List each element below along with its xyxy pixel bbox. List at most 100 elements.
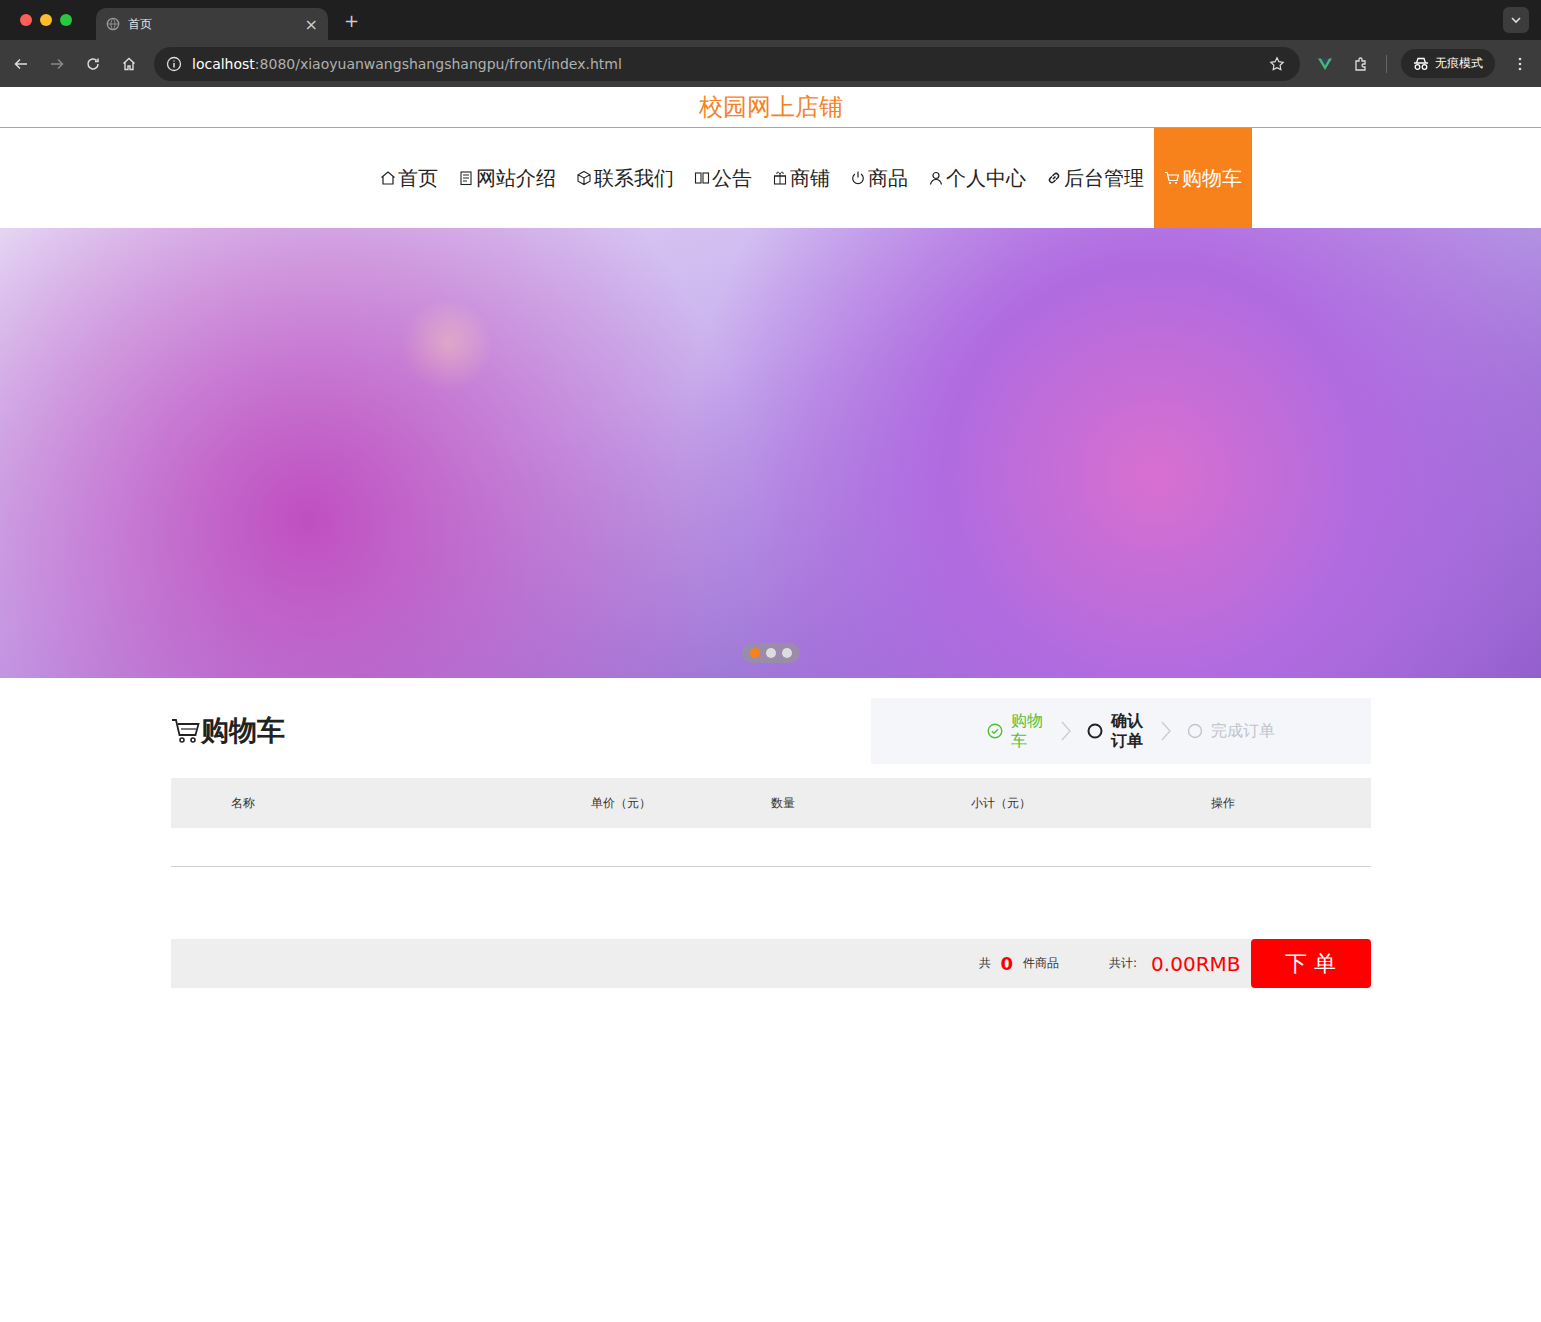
table-body <box>171 828 1371 867</box>
item-count: 0 <box>1001 953 1014 974</box>
new-tab-button[interactable]: + <box>344 10 359 31</box>
menu-button[interactable] <box>1509 53 1531 75</box>
home-icon <box>121 56 137 72</box>
total-amount: 0.00RMB <box>1151 952 1240 976</box>
cart-header: 购物车 购物车 确认订单 完成订单 <box>171 698 1371 764</box>
nav-label: 公告 <box>712 165 752 192</box>
count-suffix: 件商品 <box>1023 955 1059 972</box>
back-button[interactable] <box>10 53 32 75</box>
nav-label: 个人中心 <box>946 165 1026 192</box>
incognito-label: 无痕模式 <box>1435 55 1483 72</box>
nav-item[interactable]: 首页 <box>370 128 448 228</box>
book-icon <box>694 170 710 186</box>
cart-title: 购物车 <box>201 712 285 750</box>
order-steps: 购物车 确认订单 完成订单 <box>871 698 1371 764</box>
cart-icon <box>171 717 201 745</box>
home-icon <box>380 170 396 186</box>
column-header: 单价（元） <box>591 795 771 812</box>
nav-label: 首页 <box>398 165 438 192</box>
browser-toolbar: localhost:8080/xiaoyuanwangshangshangpu/… <box>0 40 1541 87</box>
reload-icon <box>85 56 101 72</box>
main-nav: 首页 网站介绍 联系我们 公告 商铺商品 个人中心 后台管理 购物车 <box>0 128 1541 228</box>
nav-item[interactable]: 个人中心 <box>918 128 1036 228</box>
url-host: localhost <box>192 56 255 72</box>
site-title: 校园网上店铺 <box>699 91 843 123</box>
back-icon <box>13 56 29 72</box>
bookmark-icon <box>1269 56 1285 72</box>
circle-icon <box>1087 723 1103 739</box>
nav-item[interactable]: 联系我们 <box>566 128 684 228</box>
maximize-window-button[interactable] <box>60 14 72 26</box>
nav-item[interactable]: 后台管理 <box>1036 128 1154 228</box>
nav-item[interactable]: 购物车 <box>1154 128 1252 228</box>
step-label: 购物车 <box>1011 711 1045 751</box>
step-label: 完成订单 <box>1211 721 1275 741</box>
count-prefix: 共 <box>979 955 991 972</box>
vue-devtools-icon <box>1317 56 1333 72</box>
cart-section: 购物车 购物车 确认订单 完成订单名称单价（元）数量小计（元）操作共0 件商品 共计: 0.… <box>171 698 1371 988</box>
window-controls <box>20 14 72 26</box>
power-icon <box>850 170 866 186</box>
toolbar-divider <box>1386 55 1387 73</box>
chevron-right-icon <box>1059 719 1073 743</box>
box-icon <box>576 170 592 186</box>
order-step: 确认订单 <box>1087 711 1145 751</box>
nav-label: 联系我们 <box>594 165 674 192</box>
extensions-button[interactable] <box>1350 53 1372 75</box>
step-label: 确认订单 <box>1111 711 1145 751</box>
tab-close-button[interactable]: × <box>305 15 318 34</box>
carousel-dot[interactable] <box>782 648 792 658</box>
column-header: 数量 <box>771 795 971 812</box>
table-header: 名称单价（元）数量小计（元）操作 <box>171 778 1371 828</box>
forward-icon <box>49 56 65 72</box>
globe-icon <box>106 17 120 31</box>
total-label: 共计: <box>1109 955 1137 972</box>
document-icon <box>458 170 474 186</box>
banner-carousel[interactable] <box>0 228 1541 678</box>
minimize-window-button[interactable] <box>40 14 52 26</box>
nav-item[interactable]: 商铺 <box>762 128 840 228</box>
nav-item[interactable]: 商品 <box>840 128 918 228</box>
place-order-button[interactable]: 下 单 <box>1251 939 1371 988</box>
link-icon <box>1046 170 1062 186</box>
carousel-indicators <box>742 643 800 663</box>
menu-icon <box>1512 56 1528 72</box>
forward-button[interactable] <box>46 53 68 75</box>
url: localhost:8080/xiaoyuanwangshangshangpu/… <box>192 56 1256 72</box>
cart-summary: 共0 件商品 共计: 0.00RMB 下 单 <box>171 939 1371 988</box>
chevron-right-icon <box>1159 719 1173 743</box>
user-icon <box>928 170 944 186</box>
check-circle-icon <box>987 723 1003 739</box>
tab-title: 首页 <box>128 16 297 33</box>
bookmark-button[interactable] <box>1266 53 1288 75</box>
nav-item[interactable]: 网站介绍 <box>448 128 566 228</box>
order-step: 完成订单 <box>1187 721 1275 741</box>
nav-label: 商铺 <box>790 165 830 192</box>
close-window-button[interactable] <box>20 14 32 26</box>
column-header: 名称 <box>171 795 591 812</box>
vue-devtools-button[interactable] <box>1314 53 1336 75</box>
tab-search-button[interactable] <box>1503 7 1529 33</box>
site-header: 校园网上店铺 <box>0 87 1541 128</box>
address-bar[interactable]: localhost:8080/xiaoyuanwangshangshangpu/… <box>154 47 1300 81</box>
nav-label: 后台管理 <box>1064 165 1144 192</box>
column-header: 小计（元） <box>971 795 1211 812</box>
carousel-dot[interactable] <box>750 648 760 658</box>
circle-icon <box>1187 723 1203 739</box>
reload-button[interactable] <box>82 53 104 75</box>
chevron-down-icon <box>1510 14 1522 26</box>
incognito-icon <box>1413 57 1429 71</box>
incognito-indicator[interactable]: 无痕模式 <box>1401 49 1495 78</box>
order-step: 购物车 <box>987 711 1045 751</box>
column-header: 操作 <box>1211 795 1371 812</box>
url-path: :8080/xiaoyuanwangshangshangpu/front/ind… <box>255 56 622 72</box>
browser-tab[interactable]: 首页 × <box>96 8 328 40</box>
tab-strip: 首页 × + <box>0 0 1541 40</box>
nav-label: 网站介绍 <box>476 165 556 192</box>
info-icon <box>166 56 182 72</box>
carousel-dot[interactable] <box>766 648 776 658</box>
nav-label: 购物车 <box>1182 165 1242 192</box>
nav-item[interactable]: 公告 <box>684 128 762 228</box>
extensions-icon <box>1353 56 1369 72</box>
home-button[interactable] <box>118 53 140 75</box>
